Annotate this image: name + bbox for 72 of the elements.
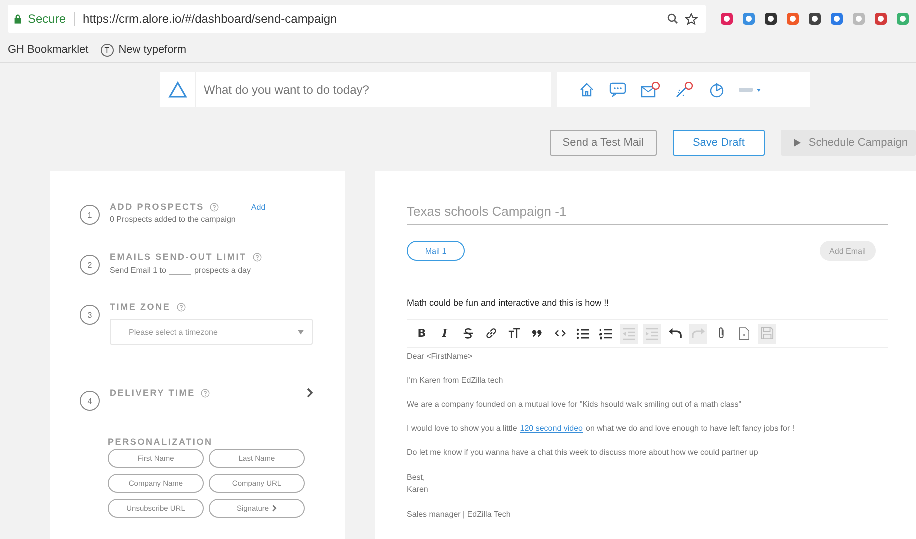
bold-tool[interactable]: B bbox=[413, 324, 431, 344]
email-subject: Math could be fun and interactive and this is how !! bbox=[407, 298, 610, 308]
strikethrough-icon bbox=[462, 327, 474, 340]
help-icon[interactable] bbox=[201, 388, 210, 398]
account-menu-icon[interactable] bbox=[739, 86, 763, 94]
dropdown-arrow-icon bbox=[298, 330, 304, 334]
step-number: 1 bbox=[80, 205, 100, 225]
link-icon bbox=[484, 327, 498, 340]
chevron-right-icon[interactable] bbox=[307, 388, 313, 398]
email-line: Karen bbox=[407, 484, 430, 496]
search-field[interactable]: What do you want to do today? bbox=[196, 72, 551, 107]
campaign-name-field[interactable]: Texas schools Campaign -1 bbox=[407, 204, 888, 225]
bookmark-link[interactable]: GH Bookmarklet bbox=[8, 44, 89, 56]
email-paragraph: I'm Karen from EdZilla tech bbox=[407, 376, 504, 386]
add-link[interactable]: Add bbox=[251, 202, 266, 212]
secure-label: Secure bbox=[28, 12, 66, 26]
email-paragraph: Dear <FirstName> bbox=[407, 352, 474, 362]
document-icon bbox=[738, 326, 750, 340]
step-number: 4 bbox=[80, 391, 100, 411]
step-title: DELIVERY TIME bbox=[110, 388, 196, 398]
timezone-select[interactable]: Please select a timezone bbox=[110, 319, 313, 345]
video-link[interactable]: 120 second video bbox=[520, 424, 583, 434]
home-icon[interactable] bbox=[579, 82, 595, 98]
email-line: Best, bbox=[407, 472, 426, 484]
help-icon[interactable] bbox=[252, 252, 262, 262]
chat-icon[interactable] bbox=[609, 82, 627, 98]
indent-icon bbox=[645, 326, 659, 340]
lock-icon bbox=[14, 14, 22, 24]
bullet-list-icon bbox=[576, 326, 590, 340]
mail-icon[interactable] bbox=[641, 82, 661, 98]
play-icon bbox=[792, 139, 801, 147]
step-title: ADD PROSPECTS bbox=[110, 202, 204, 212]
action-button[interactable]: Send a Test Mail bbox=[550, 130, 657, 156]
star-icon[interactable] bbox=[685, 12, 698, 26]
address-bar[interactable]: Secure https://crm.alore.io/#/dashboard/send-campaign bbox=[8, 5, 706, 33]
mail-tab[interactable]: Mail 1 bbox=[407, 241, 465, 261]
email-paragraph: We are a company founded on a mutual love for "Kids hsould walk smiling out of a math class" bbox=[407, 400, 743, 410]
step-number: 3 bbox=[80, 305, 100, 325]
redo-icon bbox=[690, 327, 706, 340]
email-text: on what we do and love enough to have left fancy jobs for ! bbox=[586, 424, 795, 434]
wand-icon[interactable] bbox=[675, 82, 695, 98]
font-size-icon bbox=[508, 327, 520, 340]
step-title: TIME ZONE bbox=[110, 302, 171, 312]
step-description: Send Email 1 to bbox=[110, 266, 166, 275]
undo-icon bbox=[668, 327, 682, 340]
italic-tool[interactable]: I bbox=[436, 324, 454, 344]
extension-icon[interactable] bbox=[764, 12, 778, 26]
extension-icon[interactable] bbox=[808, 12, 822, 26]
email-paragraph: Sales manager | EdZilla Tech bbox=[407, 510, 512, 520]
zoom-icon[interactable] bbox=[667, 13, 679, 25]
add-email-button[interactable]: Add Email bbox=[820, 241, 876, 261]
floppy-disk-icon bbox=[760, 327, 774, 340]
email-paragraph: Do let me know if you wanna have a chat this week to discuss more about how we could partner up bbox=[407, 448, 760, 458]
pie-chart-icon[interactable] bbox=[709, 82, 725, 98]
step-description: 0 Prospects added to the campaign bbox=[110, 215, 237, 224]
help-icon[interactable] bbox=[176, 302, 186, 312]
url-text: https://crm.alore.io/#/dashboard/send-campaign bbox=[83, 12, 338, 26]
chevron-right-icon bbox=[272, 505, 278, 512]
outdent-icon bbox=[622, 326, 636, 340]
typeform-icon: T bbox=[100, 44, 114, 56]
email-text: I would love to show you a little bbox=[407, 424, 518, 434]
quote-icon bbox=[531, 328, 543, 340]
paperclip-icon bbox=[716, 326, 726, 341]
step-description: prospects a day bbox=[194, 266, 251, 275]
section-title: PERSONALIZATION bbox=[108, 437, 214, 447]
numbered-list-icon bbox=[599, 326, 613, 340]
step-number: 2 bbox=[80, 255, 100, 275]
bookmark-link[interactable]: T New typeform bbox=[100, 44, 187, 56]
logo-icon[interactable] bbox=[160, 72, 196, 107]
step-title: EMAILS SEND-OUT LIMIT bbox=[110, 252, 247, 262]
action-button[interactable]: Save Draft bbox=[672, 130, 765, 156]
help-icon[interactable] bbox=[210, 202, 220, 212]
